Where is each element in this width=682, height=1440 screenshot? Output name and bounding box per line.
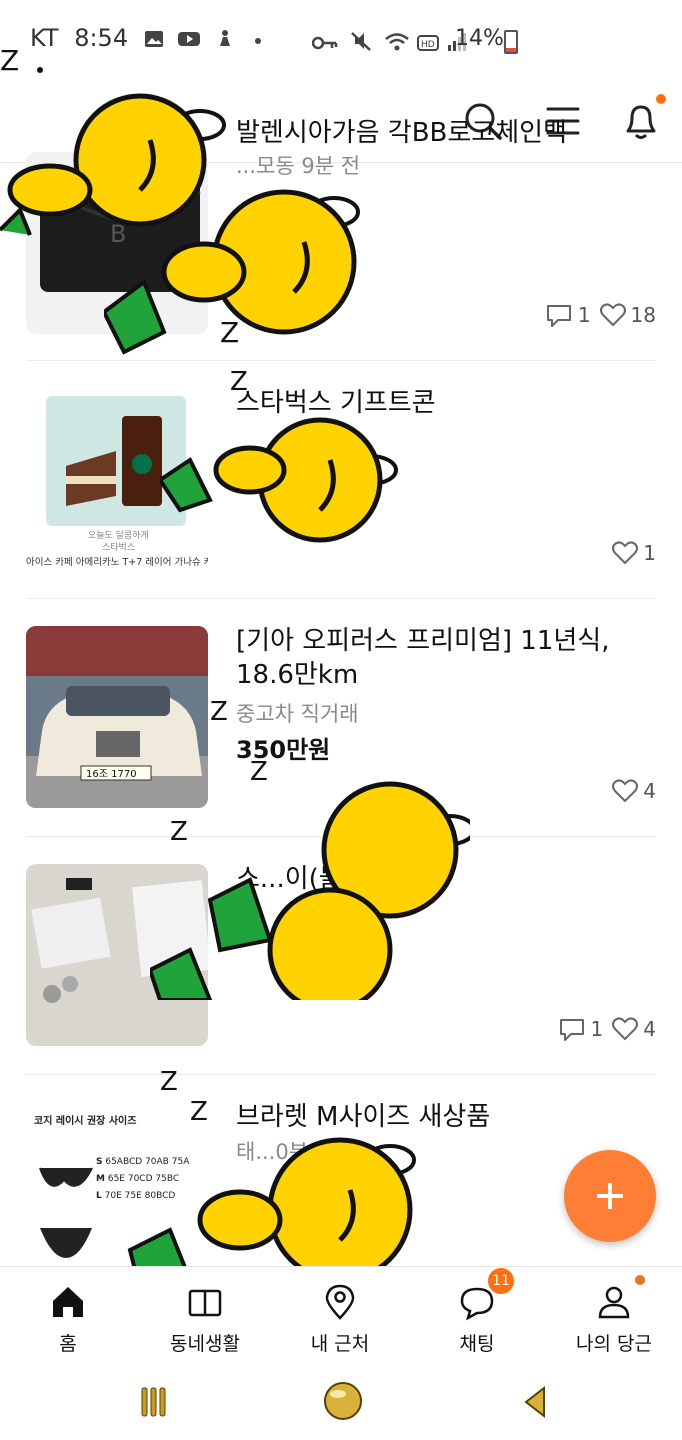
wifi-icon bbox=[385, 33, 409, 51]
notification-dot bbox=[656, 94, 666, 104]
person-icon bbox=[595, 1275, 645, 1321]
heart-icon bbox=[612, 541, 639, 565]
chat-unread-badge: 11 bbox=[488, 1268, 514, 1294]
nav-chat[interactable]: 채팅 bbox=[417, 1283, 537, 1356]
like-count: 18 bbox=[630, 303, 656, 327]
heart-icon bbox=[599, 303, 626, 327]
battery-percent: 14% bbox=[455, 26, 504, 51]
svg-text:HD: HD bbox=[421, 40, 435, 50]
thumb-small-text: 스타벅스 bbox=[102, 543, 136, 553]
nav-label: 내 근처 bbox=[310, 1333, 370, 1355]
newspaper-icon bbox=[186, 1283, 224, 1321]
nav-label: 홈 bbox=[59, 1333, 77, 1355]
listing-counts: 1 4 bbox=[557, 1016, 656, 1042]
license-plate: 16조 1770 bbox=[86, 769, 137, 780]
svg-text:Z: Z bbox=[170, 817, 188, 847]
listing-counts: 1 bbox=[611, 540, 656, 566]
svg-text:Z: Z bbox=[250, 757, 268, 787]
nav-home[interactable]: 홈 bbox=[8, 1283, 128, 1356]
nav-community[interactable]: 동네생활 bbox=[145, 1283, 265, 1356]
back-button[interactable] bbox=[518, 1384, 554, 1420]
write-post-button[interactable] bbox=[564, 1150, 656, 1242]
nav-label: 채팅 bbox=[459, 1333, 495, 1355]
hd-voice-icon: HD bbox=[417, 35, 440, 51]
more-dot-icon bbox=[254, 38, 261, 44]
svg-text:Z: Z bbox=[190, 1097, 208, 1127]
system-nav-bar bbox=[0, 1366, 682, 1440]
svg-text:Z: Z bbox=[0, 44, 19, 77]
nav-my-profile[interactable]: 나의 당근 bbox=[554, 1275, 674, 1356]
listing-title: 발렌시아가음 각BB로고체인백 bbox=[236, 118, 567, 148]
comment-icon bbox=[546, 305, 571, 327]
comment-icon bbox=[559, 1019, 584, 1041]
like-count: 4 bbox=[643, 1017, 656, 1041]
battery-icon bbox=[504, 30, 518, 54]
location-pin-icon bbox=[321, 1283, 359, 1321]
recent-apps-icon bbox=[141, 1387, 166, 1417]
home-circle-icon bbox=[324, 1382, 362, 1420]
like-count: 4 bbox=[643, 779, 656, 803]
home-system-button[interactable] bbox=[322, 1380, 364, 1422]
back-icon bbox=[524, 1385, 545, 1419]
panty-image bbox=[40, 1228, 92, 1258]
sleeping-character-sticker: Z Z bbox=[127, 1067, 416, 1290]
recent-apps-button[interactable] bbox=[136, 1384, 172, 1420]
sleeping-character-sticker: Z bbox=[160, 367, 398, 543]
key-icon bbox=[311, 36, 338, 50]
sleeping-character-sticker: Z Z Z bbox=[150, 700, 470, 1000]
nav-label: 동네생활 bbox=[170, 1333, 240, 1355]
bra-image bbox=[39, 1167, 93, 1187]
like-count: 1 bbox=[643, 541, 656, 565]
mute-icon bbox=[351, 32, 371, 51]
comment-count: 1 bbox=[577, 303, 591, 327]
nav-nearby[interactable]: 내 근처 bbox=[280, 1283, 400, 1356]
status-right-icons: HD bbox=[311, 30, 468, 56]
heart-icon bbox=[612, 1017, 639, 1041]
svg-text:Z: Z bbox=[220, 316, 239, 349]
bottom-nav: 홈 동네생활 내 근처 채팅 나의 당근 bbox=[0, 1266, 682, 1367]
svg-text:Z: Z bbox=[230, 367, 248, 397]
heart-icon bbox=[612, 779, 639, 803]
listing-counts: 1 18 bbox=[544, 302, 656, 328]
svg-text:Z: Z bbox=[160, 1067, 178, 1097]
comment-count: 1 bbox=[590, 1017, 604, 1041]
listing-title: [기아 오피러스 프리미엄] 11년식, 18.6만km bbox=[236, 626, 610, 690]
home-icon bbox=[49, 1283, 87, 1321]
nav-label: 나의 당근 bbox=[576, 1333, 652, 1355]
svg-text:Z: Z bbox=[210, 700, 228, 727]
listing-counts: 4 bbox=[611, 778, 656, 804]
listing-meta: ...모동 9분 전 bbox=[236, 154, 361, 178]
profile-notification-dot bbox=[635, 1275, 645, 1285]
